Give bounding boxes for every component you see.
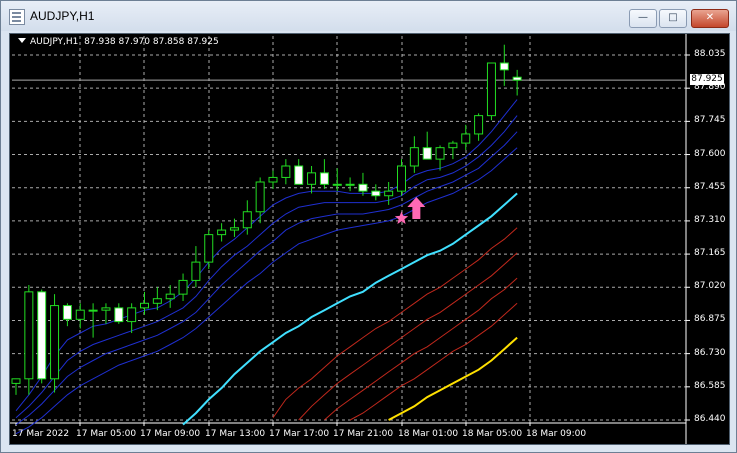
candle-body [24, 291, 34, 380]
candle-body [486, 62, 496, 117]
moving-average-line [15, 147, 518, 435]
candle-body [332, 183, 342, 186]
candle-body [50, 305, 60, 380]
price-tick-label: 87.455 [694, 181, 726, 192]
candle-body [281, 165, 291, 178]
candle-body [242, 211, 252, 229]
moving-average-line [324, 277, 518, 421]
time-tick-label: 17 Mar 21:00 [333, 429, 394, 439]
moving-average-line [15, 115, 518, 419]
dropdown-triangle-icon[interactable] [18, 38, 26, 43]
candle-body [422, 147, 432, 160]
time-tick-label: 17 Mar 13:00 [205, 429, 266, 439]
candle-body [294, 165, 304, 185]
candle-body [75, 309, 85, 320]
candle-body [268, 176, 278, 183]
candle-body [461, 133, 471, 144]
price-tick-label: 87.020 [694, 281, 726, 292]
chart-area[interactable]: AUDJPY,H1 87.938 87.970 87.858 87.925 88… [9, 33, 730, 445]
maximize-button[interactable]: □ [659, 9, 687, 28]
price-tick-label: 87.600 [694, 148, 726, 159]
chart-window-icon [9, 9, 25, 25]
candle-body [204, 234, 214, 263]
time-tick-label: 17 Mar 09:00 [140, 429, 201, 439]
symbol-label: AUDJPY,H1 [30, 37, 79, 47]
time-tick-label: 17 Mar 17:00 [269, 429, 330, 439]
candle-body [512, 76, 522, 81]
price-tick-label: 87.310 [694, 214, 726, 225]
time-tick-label: 17 Mar 05:00 [76, 429, 137, 439]
candle-body [114, 307, 124, 323]
price-tick-label: 88.035 [694, 49, 726, 59]
candle-body [101, 307, 111, 311]
candle-body [217, 229, 227, 236]
candle-body [11, 378, 21, 384]
title-bar[interactable]: AUDJPY,H1 — □ ✕ [1, 1, 736, 31]
candle-body [345, 183, 355, 186]
candle-body [152, 298, 162, 304]
candle-body [371, 190, 381, 197]
candle-body [409, 147, 419, 167]
chart-header: AUDJPY,H1 87.938 87.970 87.858 87.925 [18, 37, 219, 47]
moving-average-line [388, 336, 518, 421]
candle-body [435, 147, 445, 160]
price-tick-label: 86.730 [694, 347, 726, 358]
candle-body [37, 291, 47, 380]
candle-body [474, 115, 484, 135]
candle-body [88, 309, 98, 312]
time-tick-label: 17 Mar 2022 [12, 429, 70, 439]
candle-body [229, 227, 239, 231]
price-tick-label: 86.440 [694, 414, 726, 424]
chart-window: AUDJPY,H1 — □ ✕ AUDJPY,H1 87.938 87.970 … [0, 0, 737, 453]
current-price-badge: 87.925 [690, 74, 724, 86]
candle-body [397, 165, 406, 192]
candle-body [255, 181, 265, 213]
moving-average-line [15, 131, 518, 426]
window-title: AUDJPY,H1 [30, 9, 95, 23]
candle-body [165, 293, 175, 300]
moving-average-line [15, 99, 518, 412]
price-tick-label: 87.165 [694, 248, 726, 259]
time-tick-label: 18 Mar 01:00 [398, 429, 459, 439]
price-chart[interactable] [10, 34, 729, 444]
time-tick-label: 18 Mar 05:00 [462, 429, 523, 439]
candle-body [191, 261, 201, 281]
price-tick-label: 86.875 [694, 314, 726, 325]
price-tick-label: 86.585 [694, 380, 726, 391]
price-tick-label: 87.745 [694, 115, 726, 126]
candle-body [127, 307, 137, 323]
candle-body [307, 172, 317, 185]
candle-body [358, 183, 368, 192]
candle-body [62, 305, 72, 320]
ohlc-values: 87.938 87.970 87.858 87.925 [84, 37, 219, 47]
candle-body [319, 172, 329, 185]
candle-body [178, 279, 188, 295]
candle-body [448, 142, 458, 149]
candle-body [384, 190, 394, 197]
moving-average-line [272, 227, 518, 418]
time-tick-label: 18 Mar 09:00 [526, 429, 587, 439]
minimize-button[interactable]: — [629, 9, 657, 28]
moving-average-line [298, 252, 518, 421]
candle-body [140, 302, 149, 309]
close-button[interactable]: ✕ [691, 9, 729, 28]
candle-body [499, 62, 509, 71]
